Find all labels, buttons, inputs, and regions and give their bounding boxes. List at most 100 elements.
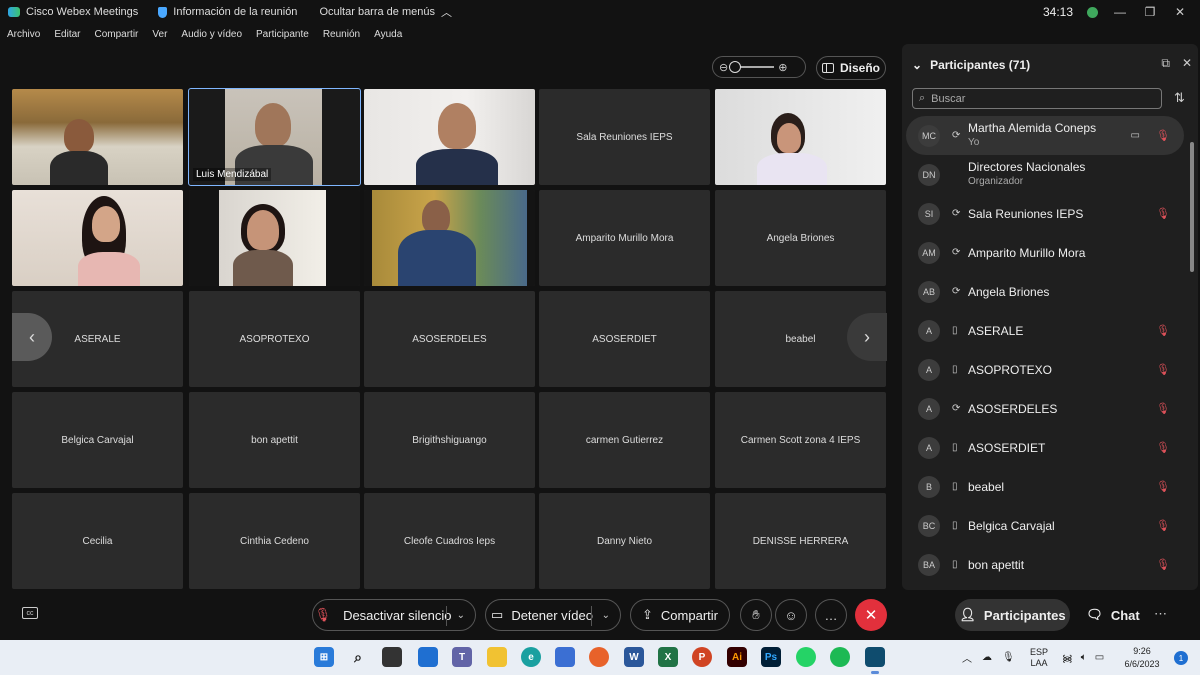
- video-tile-14[interactable]: ASOSERDIET: [539, 291, 710, 387]
- file-explorer-icon[interactable]: [487, 647, 507, 667]
- meeting-info-button[interactable]: Información de la reunión: [158, 6, 297, 18]
- video-tile-22[interactable]: Cinthia Cedeno: [189, 493, 360, 589]
- muted-mic-icon[interactable]: 🎙︎: [1156, 480, 1170, 493]
- task-view-icon[interactable]: [382, 647, 402, 667]
- close-panel-icon[interactable]: ✕: [1182, 56, 1192, 71]
- firefox-icon[interactable]: [589, 647, 609, 667]
- spotify-icon[interactable]: [830, 647, 850, 667]
- share-button[interactable]: ⇪ Compartir: [630, 599, 730, 631]
- video-tile-23[interactable]: Cleofe Cuadros Ieps: [364, 493, 535, 589]
- reactions-button[interactable]: ☺: [775, 599, 807, 631]
- participant-row[interactable]: A ⟳ ASOSERDELES 🎙︎: [906, 389, 1184, 428]
- photoshop-icon[interactable]: Ps: [761, 647, 781, 667]
- zoom-in-icon[interactable]: ⊕: [778, 61, 787, 74]
- more-options-button[interactable]: …: [815, 599, 847, 631]
- cloud-sync-icon[interactable]: ☁: [982, 652, 992, 663]
- restore-icon[interactable]: ❐: [1142, 5, 1158, 19]
- raise-hand-button[interactable]: ✋︎: [740, 599, 772, 631]
- menu-compartir[interactable]: Compartir: [87, 26, 145, 44]
- participant-row[interactable]: AM ⟳ Amparito Murillo Mora: [906, 233, 1184, 272]
- video-tile-4[interactable]: Sala Reuniones IEPS: [539, 89, 710, 185]
- video-tile-21[interactable]: Cecilia: [12, 493, 183, 589]
- windows-start-icon[interactable]: ⊞: [314, 647, 334, 667]
- participant-row[interactable]: AB ⟳ Angela Briones: [906, 272, 1184, 311]
- edge-browser-icon[interactable]: e: [521, 647, 541, 667]
- video-tile-16[interactable]: Belgica Carvajal: [12, 392, 183, 488]
- close-icon[interactable]: ✕: [1172, 5, 1188, 19]
- unmute-button[interactable]: 🎙︎ Desactivar silencio ⌄: [312, 599, 476, 631]
- participant-row[interactable]: BA ▯ bon apettit 🎙︎: [906, 545, 1184, 584]
- zoom-slider[interactable]: [729, 61, 775, 73]
- minimize-icon[interactable]: —: [1112, 5, 1128, 19]
- participant-row[interactable]: BC ▯ Belgica Carvajal 🎙︎: [906, 506, 1184, 545]
- participants-tab[interactable]: 👤︎ Participantes: [955, 599, 1070, 631]
- system-clock[interactable]: 9:26 6/6/2023: [1122, 645, 1162, 671]
- menu-audio-video[interactable]: Audio y vídeo: [174, 26, 249, 44]
- webex-taskbar-icon[interactable]: [865, 647, 885, 667]
- excel-icon[interactable]: X: [658, 647, 678, 667]
- more-panels-icon[interactable]: ⋯: [1154, 606, 1167, 622]
- menu-archivo[interactable]: Archivo: [0, 26, 47, 44]
- muted-mic-icon[interactable]: 🎙︎: [1156, 363, 1170, 376]
- chevron-down-icon[interactable]: ⌄: [602, 610, 610, 621]
- widgets-icon[interactable]: [418, 647, 438, 667]
- participant-row[interactable]: A ▯ ASOPROTEXO 🎙︎: [906, 350, 1184, 389]
- scrollbar-thumb[interactable]: [1190, 142, 1194, 272]
- zoom-control[interactable]: ⊖ ⊕: [712, 56, 806, 78]
- video-tile-1[interactable]: [12, 89, 183, 185]
- video-tile-24[interactable]: Danny Nieto: [539, 493, 710, 589]
- video-tile-9[interactable]: Amparito Murillo Mora: [539, 190, 710, 286]
- video-tile-3[interactable]: [364, 89, 535, 185]
- video-tile-17[interactable]: bon apettit: [189, 392, 360, 488]
- microphone-icon[interactable]: 🎙︎: [1002, 652, 1015, 663]
- store-icon[interactable]: [555, 647, 575, 667]
- video-tile-18[interactable]: Brigithshiguango: [364, 392, 535, 488]
- participant-row[interactable]: A ▯ ASERALE 🎙︎: [906, 311, 1184, 350]
- illustrator-icon[interactable]: Ai: [727, 647, 747, 667]
- menu-editar[interactable]: Editar: [47, 26, 87, 44]
- participant-row[interactable]: DN Directores Nacionales Organizador: [906, 155, 1184, 194]
- whatsapp-icon[interactable]: [796, 647, 816, 667]
- muted-mic-icon[interactable]: 🎙︎: [1156, 558, 1170, 571]
- status-icons[interactable]: ᯼ 🔈︎ ▭: [1062, 640, 1104, 675]
- muted-mic-icon[interactable]: 🎙︎: [1156, 441, 1170, 454]
- muted-mic-icon[interactable]: 🎙︎: [1156, 402, 1170, 415]
- layout-button[interactable]: Diseño: [816, 56, 886, 80]
- participant-row-self[interactable]: MC ⟳ Martha Alemida Coneps Yo ▭ 🎙︎: [906, 116, 1184, 155]
- search-icon[interactable]: ⌕: [348, 647, 368, 667]
- chat-tab[interactable]: 🗨︎ Chat: [1082, 599, 1144, 631]
- panel-scrollbar[interactable]: [1190, 122, 1194, 582]
- video-tile-active-speaker[interactable]: Luis Mendizábal: [188, 88, 361, 186]
- video-tile-6[interactable]: [12, 190, 183, 286]
- video-tile-10[interactable]: Angela Briones: [715, 190, 886, 286]
- muted-mic-icon[interactable]: 🎙︎: [1156, 129, 1170, 142]
- chevron-down-icon[interactable]: ⌄: [457, 610, 465, 621]
- hide-menu-button[interactable]: Ocultar barra de menús ︿: [319, 4, 452, 20]
- stop-video-button[interactable]: ▭ Detener vídeo ⌄: [485, 599, 621, 631]
- video-tile-19[interactable]: carmen Gutierrez: [539, 392, 710, 488]
- menu-participante[interactable]: Participante: [249, 26, 316, 44]
- participant-row[interactable]: SI ⟳ Sala Reuniones IEPS 🎙︎: [906, 194, 1184, 233]
- pop-out-icon[interactable]: ⧉: [1161, 56, 1170, 71]
- video-tile-25[interactable]: DENISSE HERRERA: [715, 493, 886, 589]
- muted-mic-icon[interactable]: 🎙︎: [1156, 207, 1170, 220]
- muted-mic-icon[interactable]: 🎙︎: [1156, 324, 1170, 337]
- video-tile-8[interactable]: [364, 190, 535, 286]
- video-tile-7[interactable]: [189, 190, 360, 286]
- powerpoint-icon[interactable]: P: [692, 647, 712, 667]
- zoom-slider-handle[interactable]: [729, 61, 742, 73]
- participant-row[interactable]: B ▯ beabel 🎙︎: [906, 467, 1184, 506]
- leave-meeting-button[interactable]: ✕: [855, 599, 887, 631]
- chevron-up-icon[interactable]: ︿: [962, 650, 972, 665]
- menu-reunion[interactable]: Reunión: [316, 26, 367, 44]
- next-page-button[interactable]: ›: [847, 313, 887, 361]
- teams-icon[interactable]: T: [452, 647, 472, 667]
- notification-badge[interactable]: 1: [1174, 651, 1188, 665]
- muted-mic-icon[interactable]: 🎙︎: [1156, 519, 1170, 532]
- search-input[interactable]: ⌕ Buscar: [912, 88, 1162, 109]
- sort-icon[interactable]: ⇅: [1174, 90, 1185, 106]
- zoom-out-icon[interactable]: ⊖: [719, 61, 728, 74]
- menu-ver[interactable]: Ver: [145, 26, 174, 44]
- video-tile-12[interactable]: ASOPROTEXO: [189, 291, 360, 387]
- video-tile-20[interactable]: Carmen Scott zona 4 IEPS: [715, 392, 886, 488]
